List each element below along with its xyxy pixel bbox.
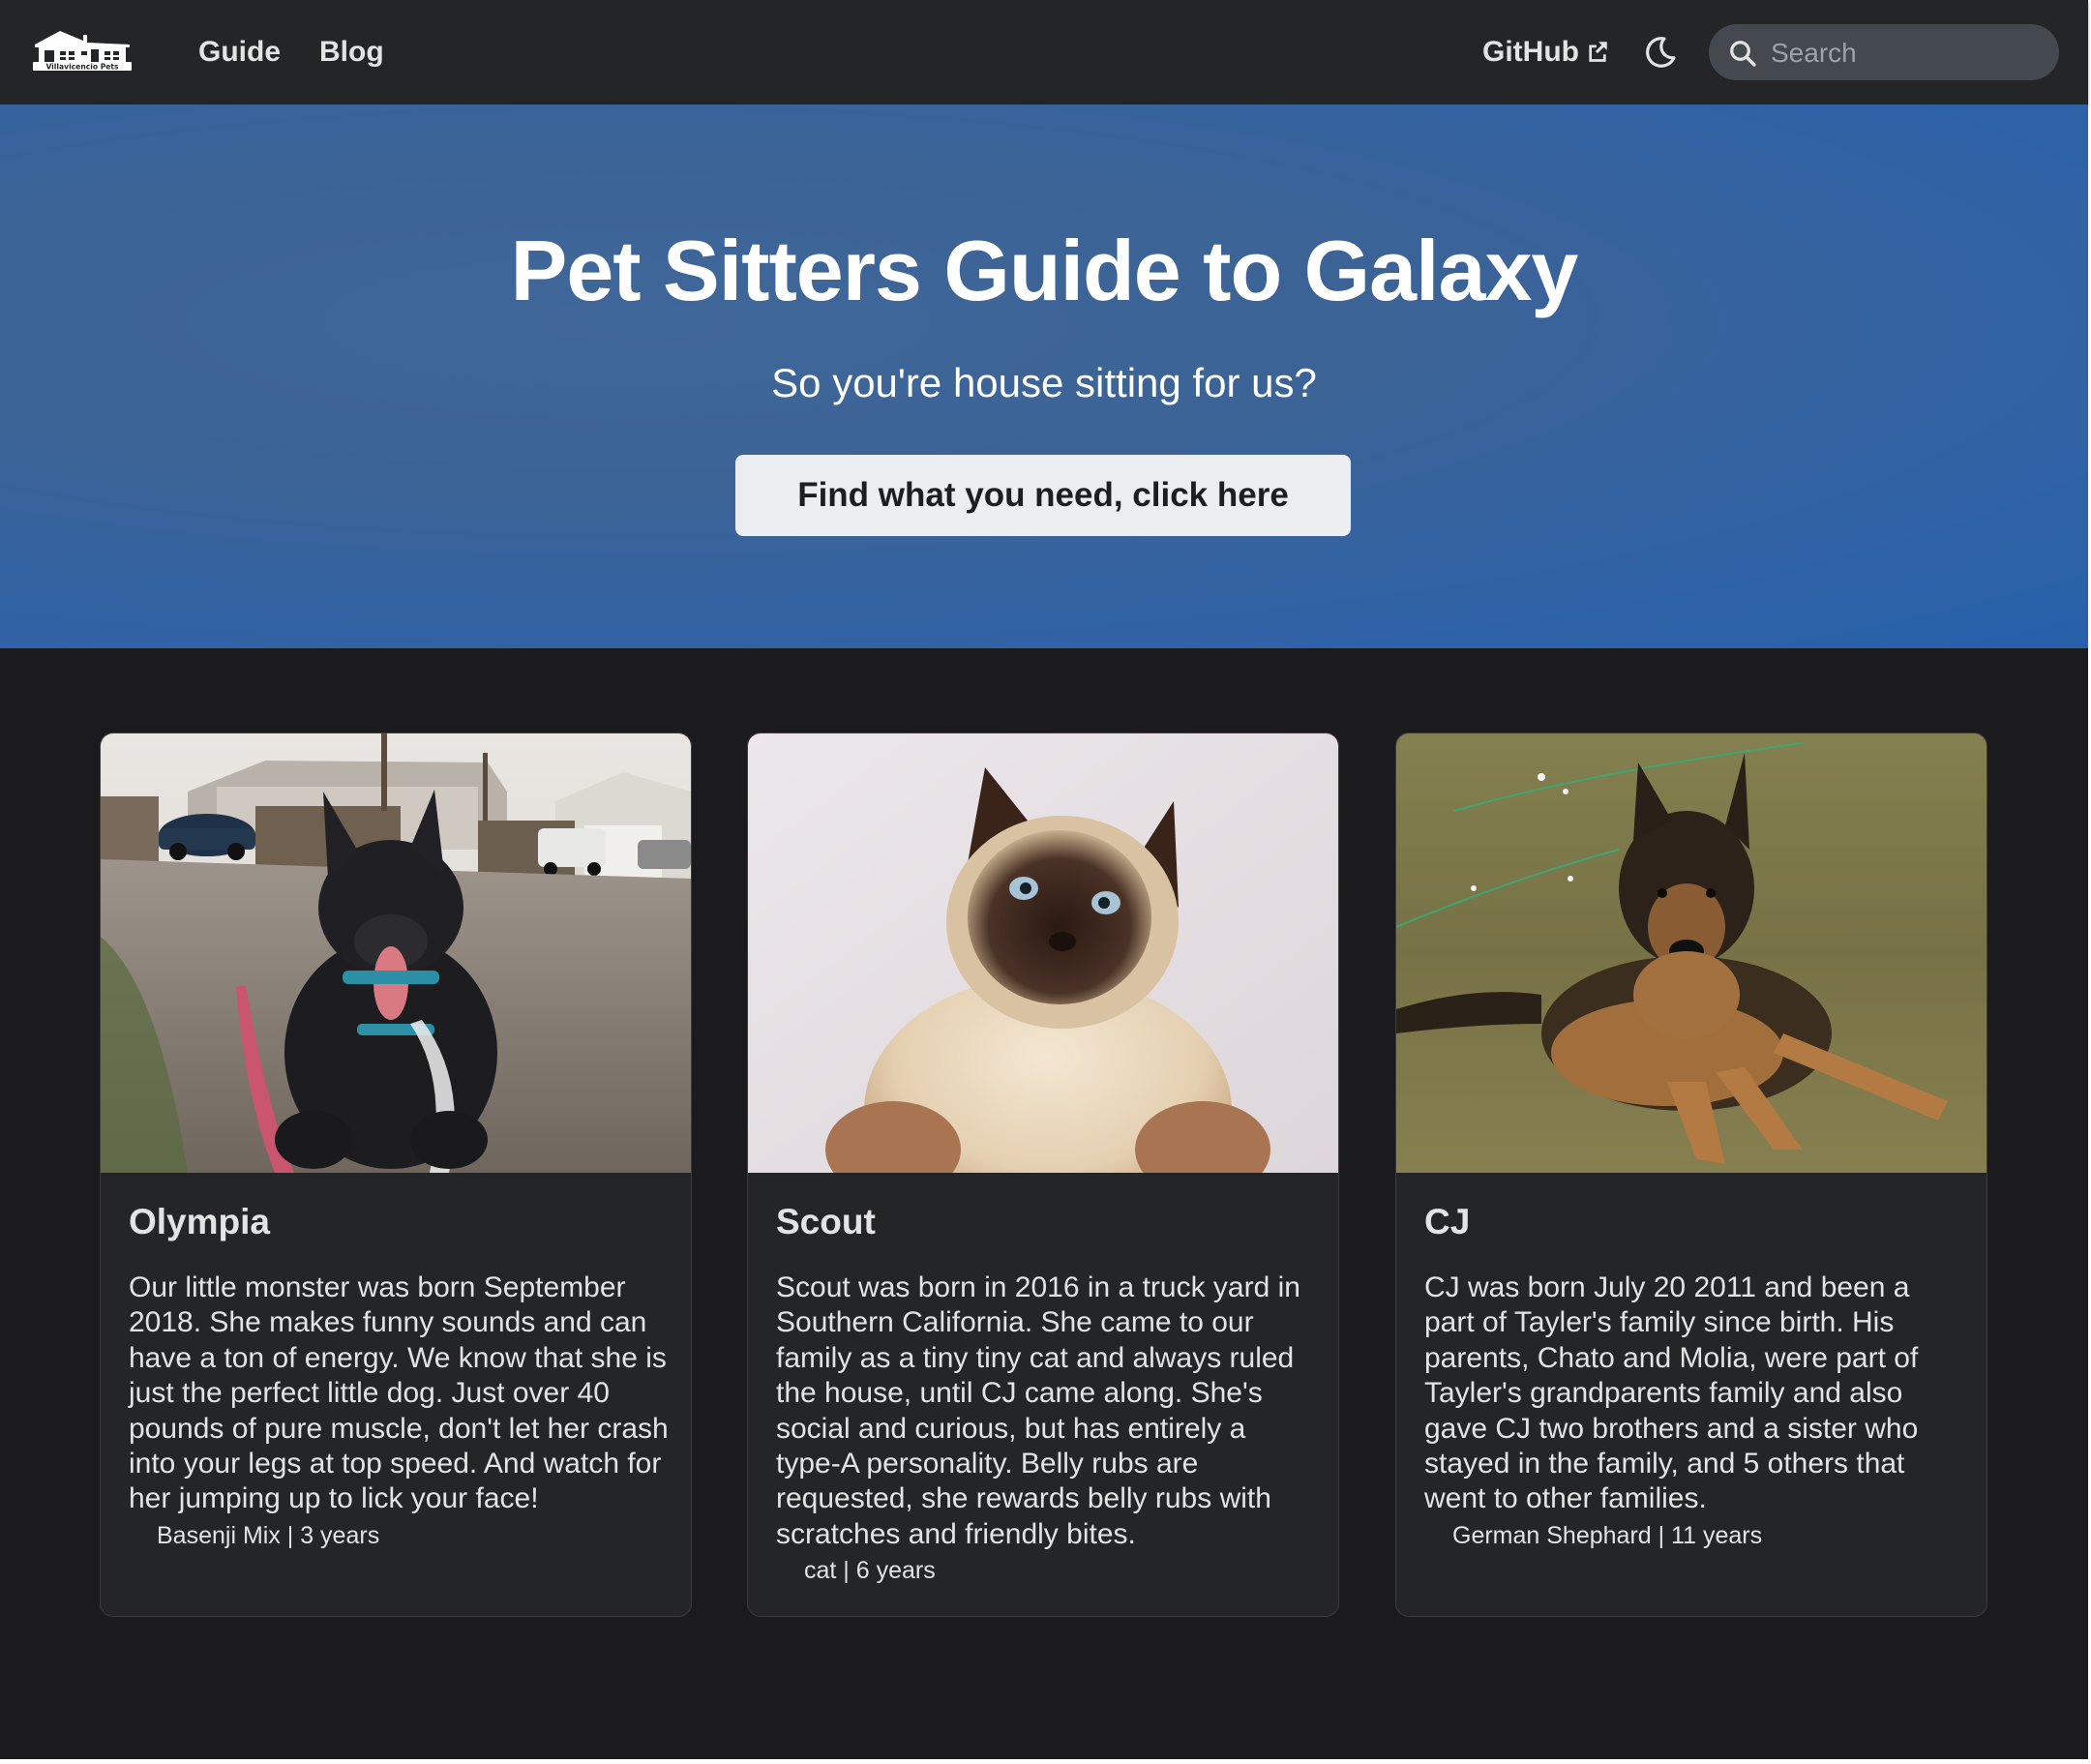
nav-link-github[interactable]: GitHub bbox=[1482, 33, 1579, 72]
theme-toggle-button[interactable] bbox=[1639, 31, 1682, 74]
pet-description: CJ was born July 20 2011 and been a part… bbox=[1424, 1271, 1966, 1554]
page: Villavicencio Pets Guide Blog GitHub Sea… bbox=[0, 0, 2088, 1759]
hero-title: Pet Sitters Guide to Galaxy bbox=[510, 223, 1579, 318]
search-icon bbox=[1730, 41, 1756, 67]
search-input[interactable] bbox=[1769, 24, 2044, 82]
house-logo-icon: Villavicencio Pets bbox=[33, 31, 132, 72]
pet-description: Our little monster was born September 20… bbox=[129, 1271, 671, 1554]
pet-photo-olympia bbox=[101, 733, 691, 1173]
pet-photo-cj bbox=[1396, 733, 1986, 1173]
hero-subtitle: So you're house sitting for us? bbox=[771, 360, 1317, 405]
pet-meta: German Shephard | 11 years bbox=[1452, 1521, 1763, 1549]
site-logo[interactable]: Villavicencio Pets bbox=[31, 27, 134, 72]
nav-link-blog[interactable]: Blog bbox=[319, 33, 384, 72]
pet-description-text: Our little monster was born September 20… bbox=[129, 1271, 669, 1515]
pet-card-olympia: Olympia Our little monster was born Sept… bbox=[100, 733, 692, 1617]
external-link-icon bbox=[1585, 39, 1610, 64]
moon-icon bbox=[1646, 37, 1676, 68]
pet-description: Scout was born in 2016 in a truck yard i… bbox=[776, 1271, 1318, 1589]
hero-cta-button[interactable]: Find what you need, click here bbox=[735, 455, 1351, 536]
navbar: Villavicencio Pets Guide Blog GitHub bbox=[0, 0, 2088, 105]
logo-text: Villavicencio Pets bbox=[45, 63, 119, 72]
search-box[interactable] bbox=[1709, 24, 2059, 82]
pet-description-text: Scout was born in 2016 in a truck yard i… bbox=[776, 1271, 1300, 1550]
nav-link-guide[interactable]: Guide bbox=[198, 33, 281, 72]
pet-card-scout: Scout Scout was born in 2016 in a truck … bbox=[747, 733, 1339, 1617]
pet-name: CJ bbox=[1424, 1202, 1471, 1241]
pet-name: Scout bbox=[776, 1202, 876, 1241]
pet-meta: cat | 6 years bbox=[804, 1557, 936, 1585]
pet-photo-scout bbox=[748, 733, 1338, 1173]
pet-meta: Basenji Mix | 3 years bbox=[157, 1521, 380, 1549]
pet-card-cj: CJ CJ was born July 20 2011 and been a p… bbox=[1395, 733, 1987, 1617]
pet-description-text: CJ was born July 20 2011 and been a part… bbox=[1424, 1271, 1919, 1515]
pet-name: Olympia bbox=[129, 1202, 270, 1241]
hero-banner: Pet Sitters Guide to Galaxy So you're ho… bbox=[0, 105, 2088, 648]
